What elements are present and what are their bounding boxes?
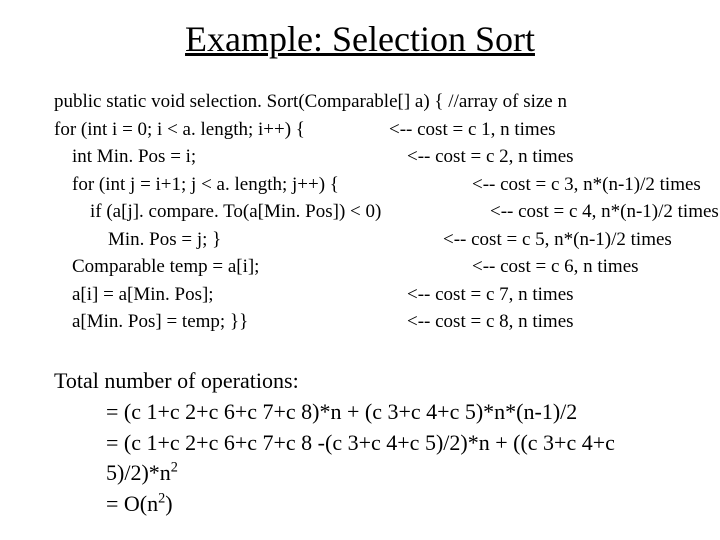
slide: Example: Selection Sort public static vo… <box>0 0 720 540</box>
code-note: <-- cost = c 4, n*(n-1)/2 times <box>490 201 719 222</box>
code-text: Min. Pos = j; } <box>54 226 443 254</box>
code-line: Min. Pos = j; }<-- cost = c 5, n*(n-1)/2… <box>54 226 666 254</box>
code-block: public static void selection. Sort(Compa… <box>54 88 666 336</box>
summary-eq: = (c 1+c 2+c 6+c 7+c 8 -(c 3+c 4+c 5)/2)… <box>54 428 666 490</box>
slide-title: Example: Selection Sort <box>54 18 666 60</box>
code-line: int Min. Pos = i;<-- cost = c 2, n times <box>54 143 666 171</box>
summary-block: Total number of operations: = (c 1+c 2+c… <box>54 366 666 520</box>
code-note: <-- cost = c 7, n times <box>407 284 574 305</box>
code-line: for (int j = i+1; j < a. length; j++) {<… <box>54 171 666 199</box>
code-note: <-- cost = c 2, n times <box>407 146 574 167</box>
eq-text: = O(n <box>106 491 158 516</box>
code-note: <-- cost = c 8, n times <box>407 311 574 332</box>
eq-text: ) <box>165 491 172 516</box>
code-text: Comparable temp = a[i]; <box>54 253 472 281</box>
code-line: public static void selection. Sort(Compa… <box>54 88 666 116</box>
code-line: if (a[j]. compare. To(a[Min. Pos]) < 0)<… <box>54 198 666 226</box>
eq-sup: 2 <box>171 460 178 476</box>
code-text: int Min. Pos = i; <box>54 143 407 171</box>
summary-heading: Total number of operations: <box>54 366 666 397</box>
summary-eq: = O(n2) <box>54 489 666 520</box>
code-note: <-- cost = c 3, n*(n-1)/2 times <box>472 174 701 195</box>
code-text: a[Min. Pos] = temp; }} <box>54 308 407 336</box>
code-note: <-- cost = c 1, n times <box>389 119 556 140</box>
summary-eq: = (c 1+c 2+c 6+c 7+c 8)*n + (c 3+c 4+c 5… <box>54 397 666 428</box>
code-text: for (int j = i+1; j < a. length; j++) { <box>54 171 472 199</box>
code-line: a[Min. Pos] = temp; }}<-- cost = c 8, n … <box>54 308 666 336</box>
code-line: Comparable temp = a[i];<-- cost = c 6, n… <box>54 253 666 281</box>
code-text: a[i] = a[Min. Pos]; <box>54 281 407 309</box>
code-text: for (int i = 0; i < a. length; i++) { <box>54 116 389 144</box>
code-line: a[i] = a[Min. Pos];<-- cost = c 7, n tim… <box>54 281 666 309</box>
code-text: if (a[j]. compare. To(a[Min. Pos]) < 0) <box>54 198 490 226</box>
code-note: <-- cost = c 5, n*(n-1)/2 times <box>443 229 672 250</box>
code-text: public static void selection. Sort(Compa… <box>54 88 654 116</box>
code-note: <-- cost = c 6, n times <box>472 256 639 277</box>
code-line: for (int i = 0; i < a. length; i++) {<--… <box>54 116 666 144</box>
eq-text: = (c 1+c 2+c 6+c 7+c 8 -(c 3+c 4+c 5)/2)… <box>106 430 615 486</box>
